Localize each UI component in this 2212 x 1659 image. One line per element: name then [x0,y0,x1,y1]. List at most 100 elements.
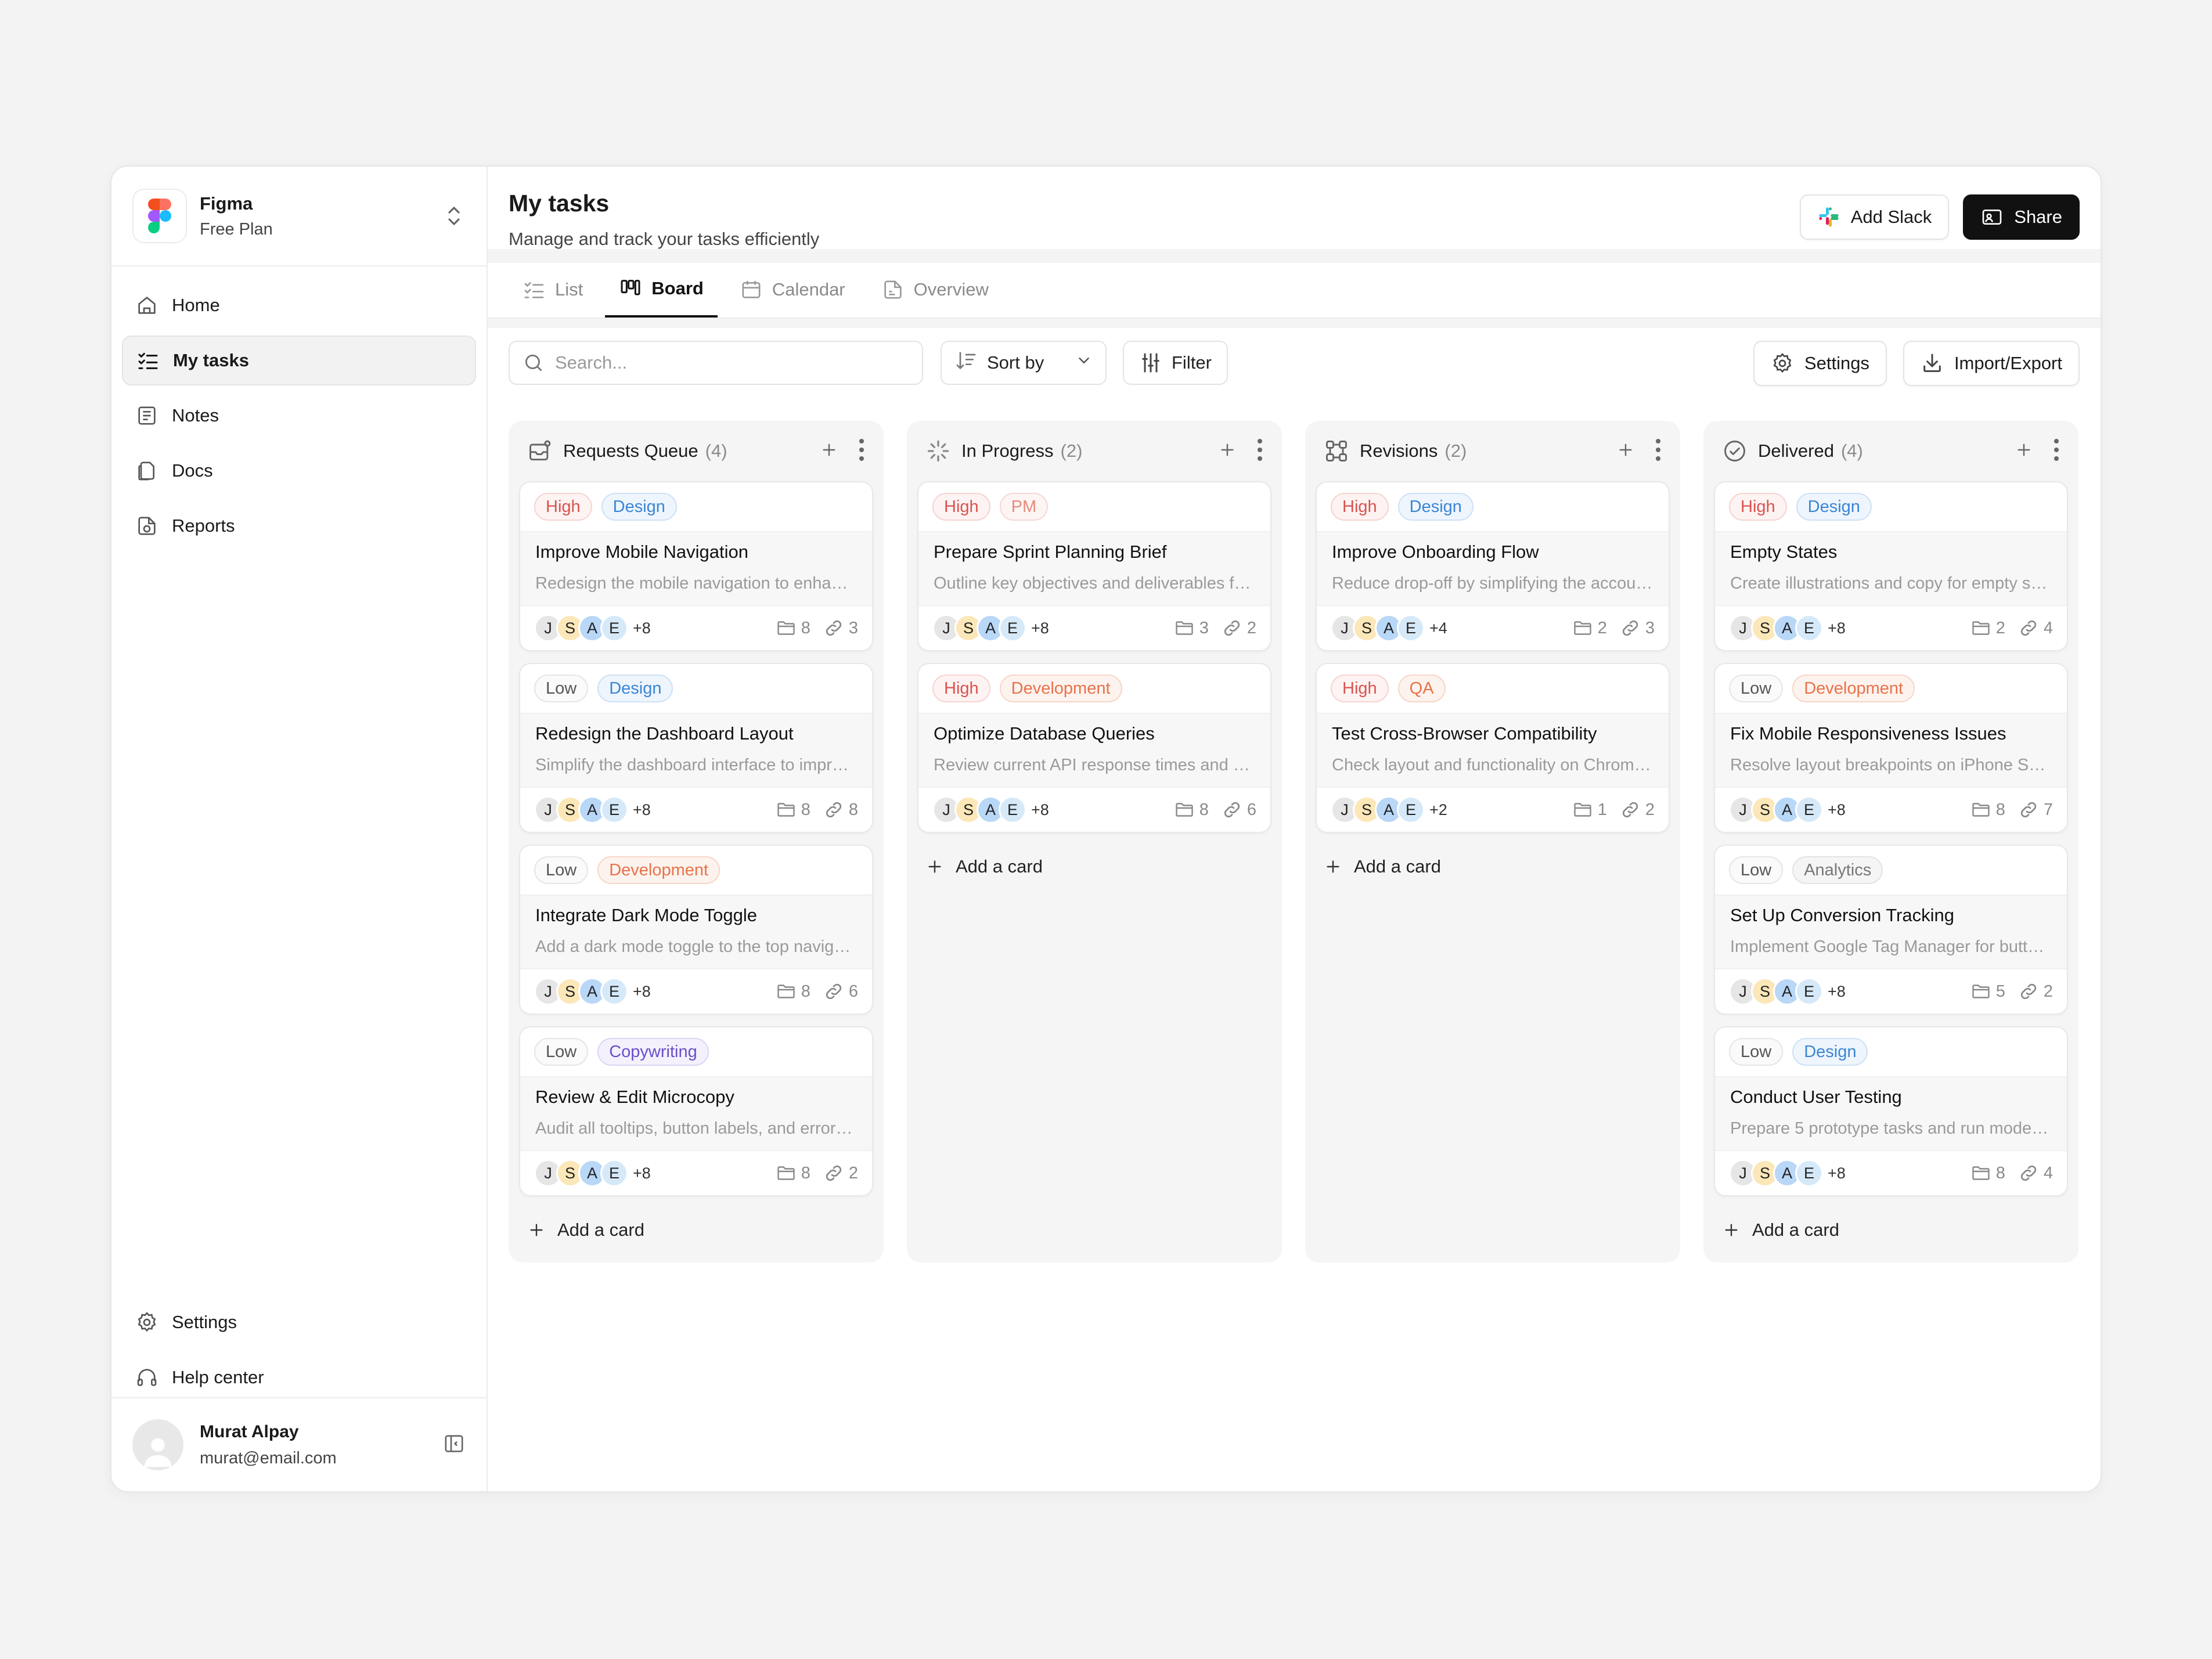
tab-list[interactable]: List [509,262,597,318]
tab-calendar[interactable]: Calendar [726,262,859,318]
more-vertical-icon[interactable] [1655,438,1662,464]
assignee-avatar[interactable]: E [999,614,1026,642]
sidebar-item-label: Notes [172,405,219,425]
assignee-avatar[interactable]: E [600,1159,628,1187]
task-card[interactable]: Low Analytics Set Up Conversion Tracking Im… [1714,845,2068,1015]
collapse-sidebar-icon[interactable] [442,1432,466,1458]
settings-button[interactable]: Settings [1753,341,1887,386]
assignee-avatar[interactable]: E [600,796,628,824]
assignee-avatar[interactable]: E [600,614,628,642]
card-description: Review current API response times and op… [934,756,1255,774]
assignee-avatar[interactable]: E [1397,614,1425,642]
search-input[interactable]: Search... [509,341,923,385]
sort-label: Sort by [987,352,1044,373]
plus-icon[interactable] [1616,441,1635,462]
plus-icon[interactable] [820,441,838,462]
filter-button[interactable]: Filter [1123,341,1228,385]
task-card[interactable]: Low Development Integrate Dark Mode Toggle… [519,845,873,1015]
task-card[interactable]: High Design Improve Mobile Navigation Redes… [519,481,873,651]
assignee-avatar[interactable]: E [1397,796,1425,824]
assignee-avatar[interactable]: E [1795,796,1823,824]
search-icon [523,352,545,374]
chevron-up-down-icon[interactable] [442,199,466,233]
folder-count: 8 [1995,1163,2005,1182]
task-card[interactable]: High Design Improve Onboarding Flow Reduce … [1316,481,1670,651]
import-export-button[interactable]: Import/Export [1903,341,2080,386]
sidebar-item-notes[interactable]: Notes [122,391,476,441]
priority-badge: Low [534,675,589,702]
sidebar-item-docs[interactable]: Docs [122,446,476,496]
share-button[interactable]: Share [1963,194,2080,240]
plus-icon[interactable] [2015,441,2033,462]
task-card[interactable]: High QA Test Cross-Browser Compatibility Ch… [1316,663,1670,833]
assignee-avatar[interactable]: E [1795,1159,1823,1187]
more-vertical-icon[interactable] [2053,438,2060,464]
tab-overview[interactable]: Overview [867,262,1003,318]
notes-icon [135,403,159,428]
category-badge: Design [1792,1038,1868,1066]
column-count: (4) [1840,441,1863,461]
tab-board[interactable]: Board [605,262,718,318]
more-assignees-count: +2 [1429,800,1447,818]
priority-badge: High [534,493,592,521]
assignee-avatar[interactable]: E [600,978,628,1005]
assignee-avatars: J S A E +8 [932,796,1049,824]
more-assignees-count: +8 [633,619,651,637]
more-assignees-count: +8 [633,1164,651,1182]
workspace-switcher[interactable]: Figma Free Plan [111,167,487,266]
sidebar-item-reports[interactable]: Reports [122,501,476,551]
assignee-avatar[interactable]: E [1795,614,1823,642]
card-description: Prepare 5 prototype tasks and run modera… [1730,1119,2052,1138]
card-description: Resolve layout breakpoints on iPhone SE … [1730,756,2052,774]
task-card[interactable]: High PM Prepare Sprint Planning Brief Outli… [917,481,1271,651]
more-assignees-count: +8 [1031,800,1049,818]
sidebar-item-home[interactable]: Home [122,280,476,330]
sidebar-item-help-center[interactable]: Help center [122,1353,476,1402]
add-card-button[interactable]: Add a card [519,1208,873,1252]
user-profile[interactable]: Murat Alpay murat@email.com [111,1397,487,1491]
task-card[interactable]: Low Design Redesign the Dashboard Layout Si… [519,663,873,833]
assignee-avatar[interactable]: E [1795,978,1823,1005]
plus-icon[interactable] [1218,441,1237,462]
sidebar-item-my-tasks[interactable]: My tasks [122,336,476,385]
task-card[interactable]: High Development Optimize Database Queries… [917,663,1271,833]
tab-label: Overview [913,279,989,300]
divider [488,319,2101,328]
card-description: Reduce drop-off by simplifying the accou… [1332,574,1653,593]
folder-icon [1970,799,1991,820]
priority-badge: High [932,493,990,521]
card-description: Simplify the dashboard interface to impr… [535,756,857,774]
sort-dropdown[interactable]: Sort by [941,341,1107,385]
assignee-avatars: J S A E +2 [1331,796,1447,824]
sidebar-item-settings[interactable]: Settings [122,1297,476,1347]
folder-count: 8 [801,800,810,819]
column-count: (2) [1444,441,1467,461]
add-slack-button[interactable]: Add Slack [1799,194,1950,240]
task-card[interactable]: High Design Empty States Create illustratio… [1714,481,2068,651]
category-badge: Copywriting [597,1038,709,1066]
add-card-button[interactable]: Add a card [917,845,1271,889]
category-badge: PM [999,493,1049,521]
view-tabs: List Board Calendar Overview [488,263,2101,319]
task-card[interactable]: Low Copywriting Review & Edit Microcopy Aud… [519,1026,873,1196]
priority-badge: High [932,675,990,702]
add-card-button[interactable]: Add a card [1316,845,1670,889]
tab-label: Board [651,278,704,298]
sidebar-item-label: Help center [172,1367,264,1387]
sidebar-item-label: Reports [172,515,235,536]
add-card-button[interactable]: Add a card [1714,1208,2068,1252]
workspace-plan: Free Plan [200,219,273,239]
column-title: Revisions [1360,441,1438,461]
task-card[interactable]: Low Development Fix Mobile Responsiveness … [1714,663,2068,833]
more-vertical-icon[interactable] [858,438,865,464]
more-vertical-icon[interactable] [1256,438,1263,464]
task-card[interactable]: Low Design Conduct User Testing Prepare 5 p… [1714,1026,2068,1196]
column-count: (2) [1060,441,1083,461]
priority-badge: High [1331,675,1389,702]
sidebar-nav: Home My tasks Notes Docs Reports [111,266,487,570]
home-icon [135,293,159,318]
board-column-requests-queue: Requests Queue (4) High Design Improve Mobil… [509,421,884,1263]
assignee-avatar[interactable]: E [999,796,1026,824]
search-placeholder: Search... [555,352,628,373]
link-count: 3 [848,618,858,637]
